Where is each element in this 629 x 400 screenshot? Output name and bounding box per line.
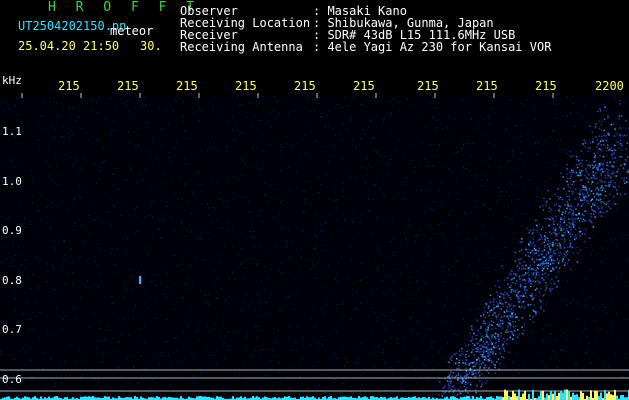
- seconds: 30.: [140, 39, 162, 53]
- y-tick-label: 1.1: [2, 125, 22, 138]
- antenna-value: : 4ele Yagi Az 230 for Kansai VOR: [313, 40, 552, 54]
- y-tick-label: 0.7: [2, 323, 22, 336]
- spectrogram: [0, 93, 629, 400]
- x-tick-label: 215: [353, 79, 375, 93]
- x-tick-label: 215: [294, 79, 316, 93]
- x-tick-label: 215: [417, 79, 439, 93]
- x-tick-label: 215: [535, 79, 557, 93]
- x-tick-label: 215: [235, 79, 257, 93]
- meteor-label: meteor: [110, 24, 154, 38]
- y-tick-label: 0.8: [2, 274, 22, 287]
- antenna-label: Receiving Antenna: [180, 40, 303, 54]
- signal-blip: [139, 276, 141, 284]
- x-tick-label: 215: [476, 79, 498, 93]
- y-tick-label: 1.0: [2, 175, 22, 188]
- app-title: H R O F F T: [48, 0, 201, 15]
- x-tick-label: 2200: [595, 79, 624, 93]
- y-unit-label: kHz: [2, 74, 22, 87]
- x-tick-label: 215: [58, 79, 80, 93]
- y-tick-label: 0.9: [2, 224, 22, 237]
- y-tick-label: 0.6: [2, 373, 22, 386]
- x-tick-label: 215: [176, 79, 198, 93]
- x-tick-label: 215: [117, 79, 139, 93]
- date-time: 25.04.20 21:50: [18, 39, 120, 53]
